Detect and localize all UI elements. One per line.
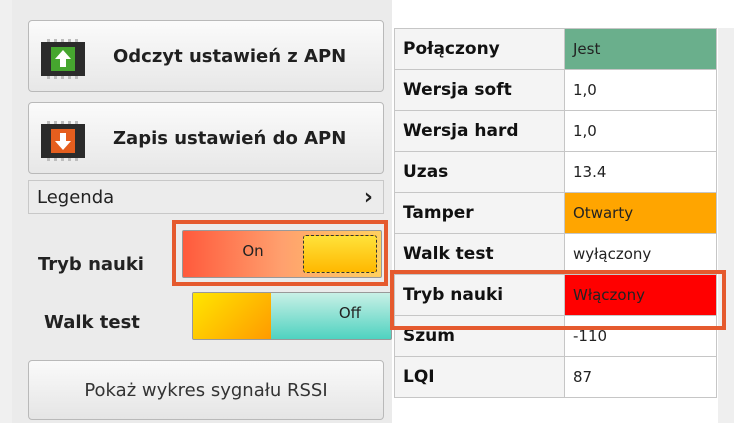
learn-mode-toggle-knob[interactable]: [303, 235, 377, 273]
chip-upload-icon: [41, 39, 85, 79]
status-row: Wersja soft 1,0: [394, 69, 717, 111]
status-row: Szum -110: [394, 315, 717, 357]
status-key: Wersja soft: [394, 69, 565, 111]
write-settings-button[interactable]: Zapis ustawień do APN: [28, 102, 384, 174]
legend-label: Legenda: [37, 187, 115, 208]
status-key: LQI: [394, 356, 565, 398]
status-row: Połączony Jest: [394, 28, 717, 70]
walk-test-toggle-text: Off: [338, 304, 361, 322]
status-key: Uzas: [394, 151, 565, 193]
status-value: Jest: [564, 28, 717, 70]
status-value: Otwarty: [564, 192, 717, 234]
show-rssi-chart-button[interactable]: Pokaż wykres sygnału RSSI: [28, 360, 384, 420]
status-value: 13.4: [564, 151, 717, 193]
learn-mode-label: Tryb nauki: [38, 254, 144, 275]
status-value: 87: [564, 356, 717, 398]
status-key: Połączony: [394, 28, 565, 70]
read-settings-label: Odczyt ustawień z APN: [113, 46, 347, 67]
status-value: 1,0: [564, 110, 717, 152]
walk-test-label: Walk test: [44, 312, 140, 333]
status-row: Tryb nauki Włączony: [394, 274, 717, 316]
status-key: Szum: [394, 315, 565, 357]
status-table: Połączony Jest Wersja soft 1,0 Wersja hard 1,…: [394, 28, 717, 398]
walk-test-toggle[interactable]: Off: [192, 292, 392, 340]
show-rssi-chart-label: Pokaż wykres sygnału RSSI: [84, 380, 328, 401]
status-value: Włączony: [564, 274, 717, 316]
status-row: LQI 87: [394, 356, 717, 398]
learn-mode-toggle[interactable]: On: [182, 230, 382, 278]
status-row: Wersja hard 1,0: [394, 110, 717, 152]
status-row: Uzas 13.4: [394, 151, 717, 193]
status-key: Walk test: [394, 233, 565, 275]
status-row: Walk test wyłączony: [394, 233, 717, 275]
status-value: 1,0: [564, 69, 717, 111]
status-key: Tryb nauki: [394, 274, 565, 316]
walk-test-toggle-knob[interactable]: [193, 293, 271, 339]
chevron-right-icon: ›: [363, 185, 373, 210]
status-value: -110: [564, 315, 717, 357]
legend-expander[interactable]: Legenda ›: [28, 180, 384, 214]
chip-download-icon: [41, 121, 85, 161]
read-settings-button[interactable]: Odczyt ustawień z APN: [28, 20, 384, 92]
learn-mode-toggle-text: On: [242, 242, 264, 260]
status-key: Wersja hard: [394, 110, 565, 152]
right-edge: [718, 28, 734, 423]
status-key: Tamper: [394, 192, 565, 234]
status-value: wyłączony: [564, 233, 717, 275]
write-settings-label: Zapis ustawień do APN: [113, 128, 347, 149]
status-row: Tamper Otwarty: [394, 192, 717, 234]
